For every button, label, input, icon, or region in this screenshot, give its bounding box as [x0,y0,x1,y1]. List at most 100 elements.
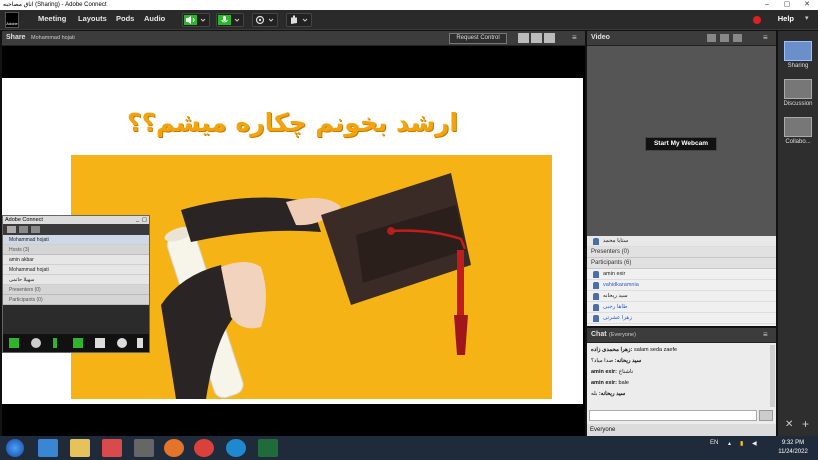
chat-input[interactable] [589,410,757,421]
layouts-rail: Sharing Discussion Collabo... ✕ + [778,31,818,436]
volume-icon[interactable]: ◀ [752,440,757,447]
fit-width-icon[interactable] [518,33,529,43]
tray-arrow-icon[interactable]: ▴ [728,440,731,447]
chrome-icon[interactable] [194,439,214,457]
layout-thumbnail [784,79,812,99]
layout-label: Collabo... [785,139,811,145]
list-view-icon[interactable] [7,226,16,233]
chat-author: سید ریحانه: [614,358,642,364]
host-row[interactable]: سهیلا حاتمی [3,275,149,285]
clock[interactable]: 9:32 PM 11/24/2022 [770,439,816,457]
ie-icon[interactable] [38,439,58,457]
chat-icon[interactable] [117,338,127,348]
adobe-connect-icon[interactable] [258,439,278,457]
presenters-section[interactable]: Presenters (0) [587,247,776,258]
microphone-toggle[interactable] [216,13,244,27]
network-icon[interactable]: ▮ [740,440,743,447]
menu-pods[interactable]: Pods [116,14,134,23]
participants-section[interactable]: Participants (0) [3,295,149,305]
layout-settings-icon[interactable]: ✕ [785,419,793,430]
current-user-row[interactable]: Mohammad hojati [3,235,149,245]
menu-meeting[interactable]: Meeting [38,14,66,23]
list-item[interactable]: طاها رجبی [587,302,776,313]
request-control-button[interactable]: Request Control [449,33,507,44]
chat-text: بله [591,391,598,397]
language-indicator[interactable]: EN [710,440,718,446]
help-menu[interactable]: Help [778,14,794,23]
webcam-icon[interactable] [31,338,41,348]
attendees-icon[interactable] [95,338,105,348]
user-icon [593,238,599,245]
user-icon [593,293,599,300]
layout-label: Sharing [787,63,809,69]
list-item[interactable]: vahidkaramnia [587,280,776,291]
full-screen-icon[interactable] [531,33,542,43]
attendee-name: amin exir [603,271,626,277]
mini-minimize-icon[interactable]: _ [136,216,139,224]
edge-icon[interactable] [226,439,246,457]
microphone-icon[interactable] [53,338,57,348]
share-screen-icon[interactable] [9,338,19,348]
full-view-icon[interactable] [733,34,742,42]
layout-discussion[interactable]: Discussion [783,79,813,107]
presenters-section[interactable]: Presenters (0) [3,285,149,295]
view-mode-icons[interactable] [518,33,558,44]
list-item[interactable]: سید ریحانه [587,291,776,302]
chat-author: سید ریحانه: [598,391,626,397]
clock-date: 11/24/2022 [778,449,808,455]
adobe-logo: Adobe [5,12,19,28]
filmstrip-icon[interactable] [720,34,729,42]
host-row[interactable]: Mohammad hojati [3,265,149,275]
list-item[interactable]: amin exir [587,269,776,280]
hosts-label: Hosts (3) [9,247,30,253]
start-webcam-button[interactable]: Start My Webcam [645,137,717,151]
menu-audio[interactable]: Audio [144,14,165,23]
webcam-icon [255,15,274,25]
status-toggle[interactable] [286,13,312,27]
speaker-icon[interactable] [73,338,83,348]
chat-audience: (Everyone) [609,332,636,338]
speaker-toggle[interactable] [182,13,210,27]
pod-options-icon[interactable]: ≡ [572,33,577,42]
media-player-icon[interactable] [102,439,122,457]
minimize-button[interactable]: – [758,0,776,10]
list-item[interactable]: زهرا عشرتی [587,313,776,324]
host-row[interactable]: amin akbar [3,255,149,265]
participants-section[interactable]: Participants (6) [587,258,776,269]
firefox-icon[interactable] [164,439,184,457]
recording-indicator-icon [753,16,761,24]
maximize-button[interactable]: ▢ [778,0,796,10]
user-icon [593,282,599,289]
chat-message: amin exir: bale [591,378,764,389]
send-button[interactable] [759,410,773,421]
expand-icon[interactable] [19,226,28,233]
host-name: سهیلا حاتمی [9,277,35,283]
chat-scrollbar[interactable] [770,345,775,407]
chat-recipient-tab[interactable]: Everyone [590,427,615,433]
pod-options-icon[interactable]: ≡ [763,33,768,42]
grid-view-icon[interactable] [707,34,716,42]
film-icon[interactable] [134,439,154,457]
layout-collaboration[interactable]: Collabo... [783,117,813,145]
share-bottom-area [2,404,585,436]
attendee-name: ستایا محمد [603,238,629,244]
list-item[interactable]: ستایا محمد [587,236,776,247]
chat-pod-title: Chat [591,331,607,338]
layout-sharing[interactable]: Sharing [783,41,813,69]
mini-panel-controls [3,334,149,352]
add-layout-icon[interactable]: + [802,417,809,431]
grid-icon[interactable] [544,33,555,43]
pod-options-icon[interactable]: ≡ [763,330,768,339]
mini-panel-title: Adobe Connect [5,217,43,223]
start-icon[interactable] [6,439,24,457]
menu-layouts[interactable]: Layouts [78,14,107,23]
notification-icon[interactable] [137,338,143,348]
webcam-toggle[interactable] [252,13,278,27]
close-window-button[interactable]: ✕ [798,0,816,10]
folder-icon[interactable] [70,439,90,457]
menu-more-icon[interactable]: ▾ [805,14,809,22]
hosts-section[interactable]: Hosts (3) [3,245,149,255]
attendee-name: سید ریحانه [603,293,628,299]
sort-icon[interactable] [31,226,40,233]
mini-restore-icon[interactable]: ▢ [142,216,147,224]
